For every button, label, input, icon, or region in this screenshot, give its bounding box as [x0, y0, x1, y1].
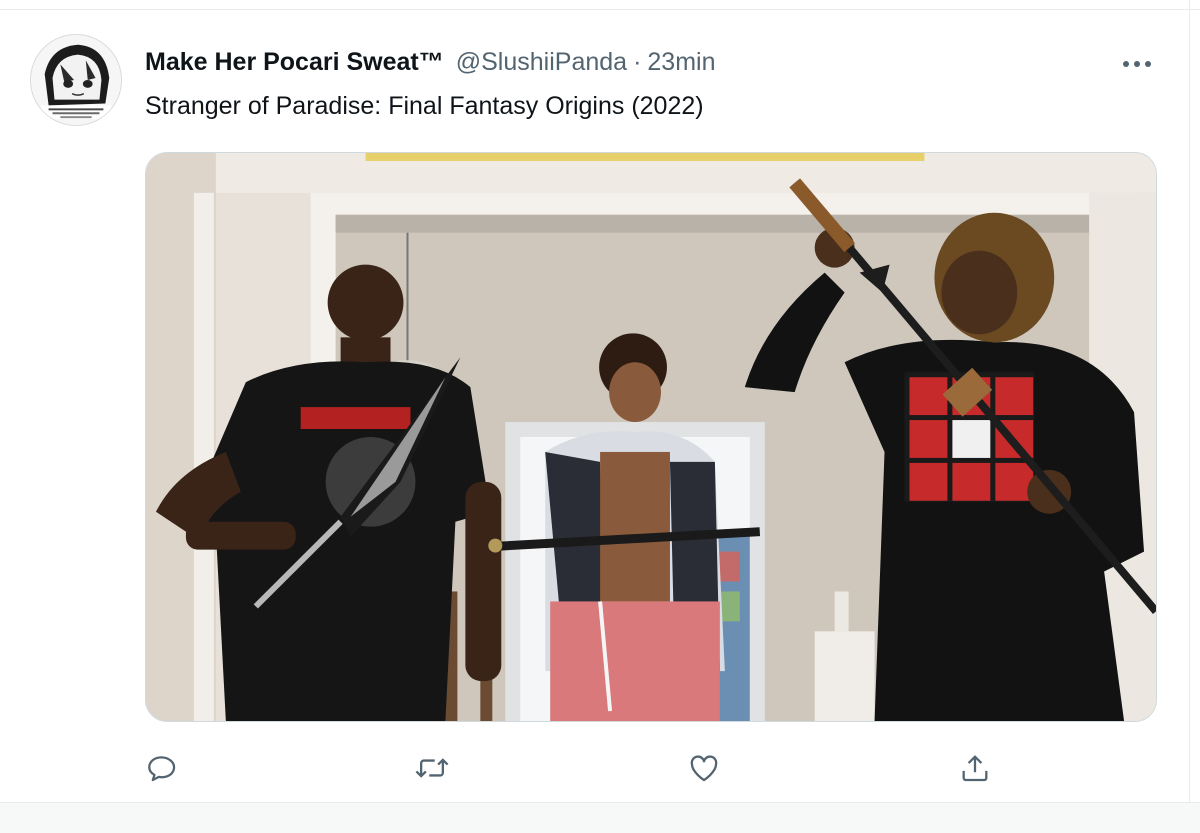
- more-horizontal-icon: [1123, 61, 1151, 67]
- tweet-header: Make Her Pocari Sweat™ @SlushiiPanda · 2…: [145, 48, 716, 80]
- tweet-card[interactable]: Make Her Pocari Sweat™ @SlushiiPanda · 2…: [0, 10, 1190, 802]
- avatar[interactable]: [30, 34, 122, 126]
- display-name[interactable]: Make Her Pocari Sweat™: [145, 48, 444, 77]
- reply-icon: [148, 756, 176, 782]
- user-handle[interactable]: @SlushiiPanda: [456, 48, 627, 77]
- more-options-button[interactable]: [1118, 50, 1156, 78]
- tweet-actions: [0, 748, 1190, 790]
- tweet-text: Stranger of Paradise: Final Fantasy Orig…: [145, 92, 704, 120]
- share-icon: [962, 755, 988, 782]
- reply-button[interactable]: [142, 748, 182, 788]
- tweet-photo[interactable]: [145, 152, 1157, 722]
- like-icon: [690, 755, 718, 782]
- timestamp[interactable]: 23min: [647, 48, 715, 77]
- separator-dot: ·: [633, 48, 642, 76]
- retweet-icon: [415, 758, 449, 778]
- timeline-gap: [0, 802, 1200, 833]
- retweet-button[interactable]: [412, 748, 452, 788]
- anime-avatar-icon: [31, 35, 121, 125]
- cosplay-photo: [146, 153, 1156, 721]
- like-button[interactable]: [684, 748, 724, 788]
- share-button[interactable]: [955, 748, 995, 788]
